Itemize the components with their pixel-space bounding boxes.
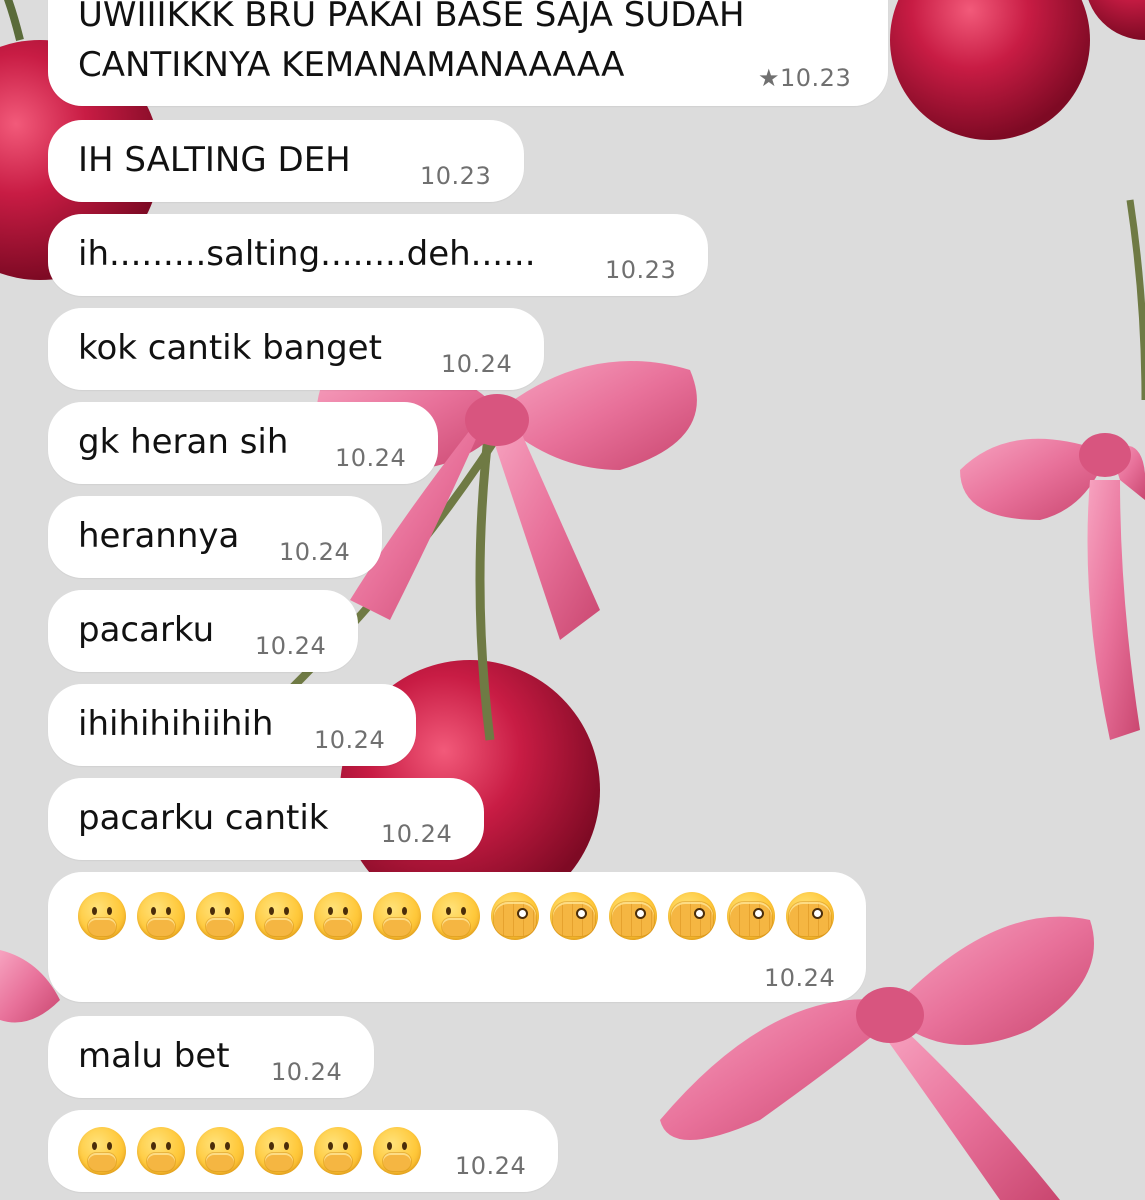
ribbon-bow-right [960, 199, 1145, 740]
message-timestamp: 10.24 [255, 632, 327, 660]
message-text: gk heran sih [78, 422, 289, 462]
emoji-row [78, 892, 834, 940]
message-bubble[interactable]: pacarku 10.24 [48, 590, 358, 672]
message-timestamp: 10.23 [605, 256, 677, 284]
message-bubble[interactable]: herannya 10.24 [48, 496, 382, 578]
hand-over-mouth-icon [373, 1127, 421, 1175]
hand-over-mouth-icon [78, 1127, 126, 1175]
peeking-eye-icon [491, 892, 539, 940]
message-bubble[interactable]: IH SALTING DEH 10.23 [48, 120, 524, 202]
peeking-eye-icon [609, 892, 657, 940]
peeking-eye-icon [727, 892, 775, 940]
hand-over-mouth-icon [373, 892, 421, 940]
message-text: IH SALTING DEH [78, 140, 351, 180]
hand-over-mouth-icon [314, 1127, 362, 1175]
message-timestamp: 10.23 [420, 162, 492, 190]
hand-over-mouth-icon [255, 1127, 303, 1175]
peeking-eye-icon [668, 892, 716, 940]
hand-over-mouth-icon [137, 892, 185, 940]
message-timestamp: 10.24 [764, 964, 836, 992]
message-bubble[interactable]: 10.24 [48, 872, 866, 1002]
message-text: CANTIKNYA KEMANAMANAAAAA [78, 45, 625, 85]
message-bubble[interactable]: malu bet 10.24 [48, 1016, 374, 1098]
message-text: malu bet [78, 1036, 230, 1076]
hand-over-mouth-icon [78, 892, 126, 940]
message-bubble[interactable]: UWIIIKKK BRU PAKAI BASE SAJA SUDAH CANTI… [48, 0, 888, 106]
message-bubble[interactable]: kok cantik banget 10.24 [48, 308, 544, 390]
peeking-eye-icon [786, 892, 834, 940]
message-timestamp: 10.24 [381, 820, 453, 848]
message-timestamp: 10.24 [335, 444, 407, 472]
message-text: ih.........salting........deh...... [78, 234, 536, 274]
message-text: pacarku [78, 610, 215, 650]
star-icon: ★ [758, 64, 781, 92]
message-bubble[interactable]: pacarku cantik 10.24 [48, 778, 484, 860]
hand-over-mouth-icon [255, 892, 303, 940]
hand-over-mouth-icon [196, 892, 244, 940]
message-bubble[interactable]: ih.........salting........deh...... 10.2… [48, 214, 708, 296]
message-timestamp: 10.24 [441, 350, 513, 378]
message-text: herannya [78, 516, 240, 556]
message-text: UWIIIKKK BRU PAKAI BASE SAJA SUDAH [78, 0, 745, 35]
message-timestamp: ★10.23 [758, 64, 852, 92]
peeking-eye-icon [550, 892, 598, 940]
message-bubble[interactable]: gk heran sih 10.24 [48, 402, 438, 484]
hand-over-mouth-icon [314, 892, 362, 940]
message-timestamp: 10.24 [314, 726, 386, 754]
hand-over-mouth-icon [196, 1127, 244, 1175]
message-timestamp: 10.24 [455, 1152, 527, 1180]
cherry-top-right [890, 0, 1145, 140]
hand-over-mouth-icon [137, 1127, 185, 1175]
hand-over-mouth-icon [432, 892, 480, 940]
emoji-row [78, 1127, 421, 1175]
message-timestamp: 10.24 [279, 538, 351, 566]
message-text: kok cantik banget [78, 328, 382, 368]
message-text: pacarku cantik [78, 798, 329, 838]
message-text: ihihihihiihih [78, 704, 274, 744]
message-timestamp: 10.24 [271, 1058, 343, 1086]
message-bubble[interactable]: 10.24 [48, 1110, 558, 1192]
message-bubble[interactable]: ihihihihiihih 10.24 [48, 684, 416, 766]
